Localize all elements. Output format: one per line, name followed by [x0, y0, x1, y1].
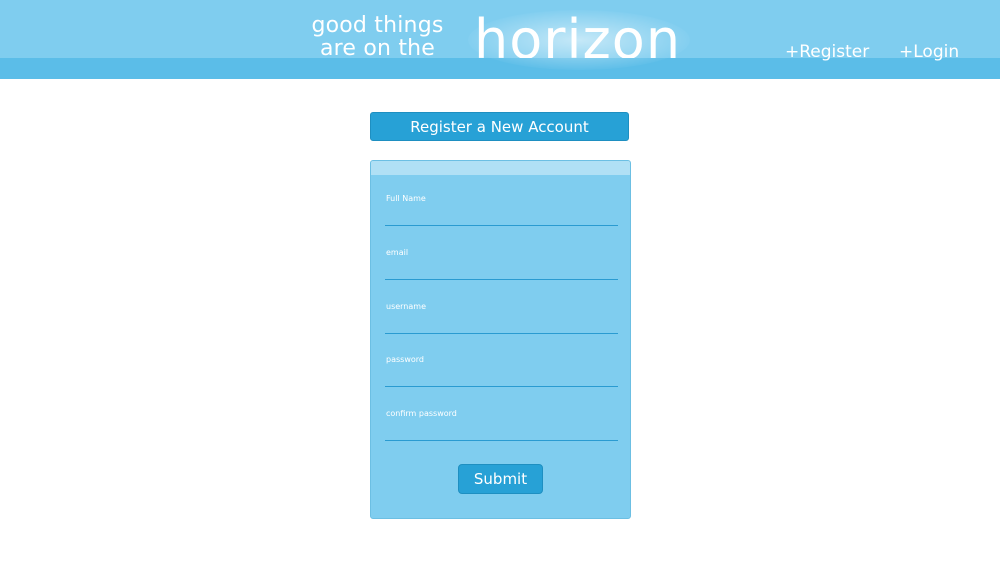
- page-title: Register a New Account: [370, 112, 629, 141]
- tagline: good things are on the: [300, 14, 455, 60]
- tagline-line-2: are on the: [319, 36, 436, 61]
- email-field[interactable]: email: [385, 248, 618, 280]
- confirm-password-field[interactable]: confirm password: [385, 409, 618, 441]
- password-field[interactable]: password: [385, 355, 618, 387]
- username-label: username: [386, 302, 426, 311]
- submit-button[interactable]: Submit: [458, 464, 543, 494]
- nav-register-link[interactable]: +Register: [785, 42, 869, 62]
- password-label: password: [386, 355, 424, 364]
- logo[interactable]: horizon: [470, 0, 690, 59]
- username-field[interactable]: username: [385, 302, 618, 334]
- email-label: email: [386, 248, 409, 257]
- nav-login-link[interactable]: +Login: [899, 42, 959, 62]
- email-input[interactable]: [385, 260, 618, 278]
- confirm-password-label: confirm password: [386, 409, 457, 418]
- confirm-password-input[interactable]: [385, 421, 618, 439]
- site-header: good things are on the horizon +Register…: [0, 0, 1000, 79]
- registration-form: Full Name email username password confir…: [370, 160, 631, 519]
- full-name-label: Full Name: [386, 194, 426, 203]
- password-input[interactable]: [385, 367, 618, 385]
- username-input[interactable]: [385, 314, 618, 332]
- full-name-field[interactable]: Full Name: [385, 194, 618, 226]
- form-panel-header: [371, 161, 630, 175]
- logo-text: horizon: [474, 8, 682, 59]
- full-name-input[interactable]: [385, 206, 618, 224]
- tagline-line-1: good things: [311, 13, 444, 38]
